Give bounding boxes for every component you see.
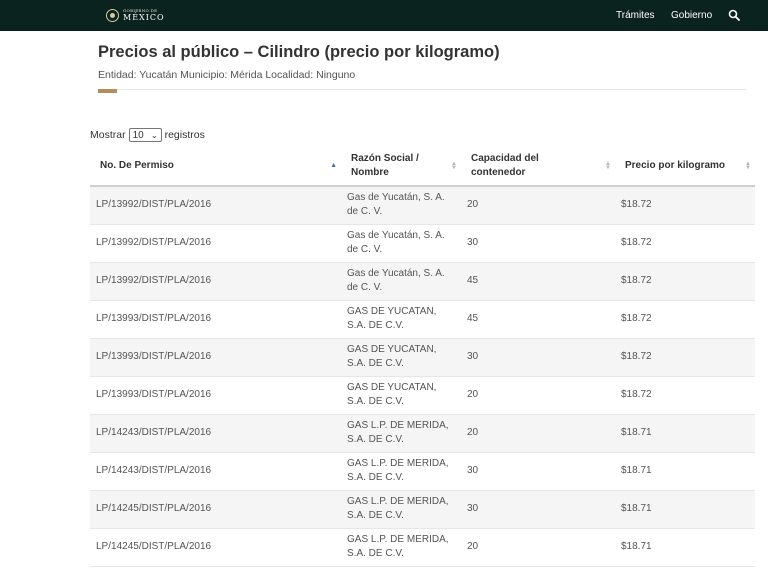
cell-precio: $18.72	[621, 313, 652, 324]
cell-precio: $18.72	[621, 199, 652, 211]
title-accent-bar	[98, 89, 117, 93]
table-row: LP/13993/DIST/PLA/2016 GAS DE YUCATAN, S…	[90, 376, 755, 414]
length-suffix-label: registros	[164, 129, 205, 141]
page-length-select[interactable]: 10 ⌄	[128, 128, 162, 142]
cell-capacidad: 45	[467, 275, 479, 286]
nav-tramites-link[interactable]: Trámites	[616, 0, 655, 31]
column-header-permiso[interactable]: No. De Permiso ▲	[90, 147, 341, 187]
page-length-value: 10	[132, 129, 144, 141]
gobierno-mexico-logo[interactable]: GOBIERNO DE MÉXICO	[106, 6, 165, 25]
location-subtitle: Entidad: Yucatán Municipio: Mérida Local…	[98, 69, 356, 81]
cell-permiso: LP/13993/DIST/PLA/2016	[96, 313, 212, 324]
table-row: LP/13993/DIST/PLA/2016 GAS DE YUCATAN, S…	[90, 300, 755, 338]
chevron-down-icon: ⌄	[150, 130, 158, 140]
cell-precio: $18.71	[621, 541, 652, 552]
table-row: LP/14245/DIST/PLA/2016 GAS L.P. DE MERID…	[90, 490, 755, 528]
top-navbar: GOBIERNO DE MÉXICO Trámites Gobierno	[0, 0, 768, 31]
cell-permiso: LP/14243/DIST/PLA/2016	[96, 465, 212, 476]
sort-icon: ▲ ▼	[605, 161, 611, 171]
page-title: Precios al público – Cilindro (precio po…	[98, 43, 500, 61]
page-length-control: Mostrar 10 ⌄ registros	[90, 128, 205, 142]
cell-razon-social: Gas de Yucatán, S. A. de C. V.	[347, 230, 445, 255]
column-header-label: No. De Permiso	[100, 160, 174, 171]
cell-permiso: LP/13992/DIST/PLA/2016	[96, 199, 212, 211]
national-seal-icon	[106, 9, 119, 22]
nav-gobierno-link[interactable]: Gobierno	[671, 0, 712, 31]
cell-razon-social: GAS DE YUCATAN, S.A. DE C.V.	[347, 306, 437, 331]
cell-permiso: LP/13993/DIST/PLA/2016	[96, 389, 212, 400]
sort-ascending-icon: ▲	[330, 162, 337, 169]
cell-capacidad: 45	[467, 313, 479, 324]
prices-table: No. De Permiso ▲ Razón Social / Nombre ▲…	[90, 147, 755, 567]
cell-razon-social: GAS DE YUCATAN, S.A. DE C.V.	[347, 344, 437, 369]
cell-precio: $18.72	[621, 275, 652, 286]
cell-precio: $18.71	[621, 465, 652, 476]
length-prefix-label: Mostrar	[90, 129, 126, 141]
cell-razon-social: GAS L.P. DE MERIDA, S.A. DE C.V.	[347, 420, 449, 445]
table-row: LP/13992/DIST/PLA/2016 Gas de Yucatán, S…	[90, 262, 755, 300]
column-header-label: Capacidad del contenedor	[471, 153, 539, 178]
column-header-precio[interactable]: Precio por kilogramo ▲ ▼	[615, 147, 755, 187]
cell-precio: $18.72	[621, 237, 652, 248]
table-row: LP/14243/DIST/PLA/2016 GAS L.P. DE MERID…	[90, 452, 755, 490]
cell-precio: $18.72	[621, 351, 652, 362]
cell-precio: $18.72	[621, 389, 652, 400]
cell-razon-social: GAS L.P. DE MERIDA, S.A. DE C.V.	[347, 534, 449, 559]
cell-capacidad: 30	[467, 351, 479, 362]
sort-icon: ▲ ▼	[745, 161, 751, 171]
cell-razon-social: Gas de Yucatán, S. A. de C. V.	[347, 268, 445, 293]
table-row: LP/13993/DIST/PLA/2016 GAS DE YUCATAN, S…	[90, 338, 755, 376]
table-row: LP/14245/DIST/PLA/2016 GAS L.P. DE MERID…	[90, 528, 755, 566]
cell-permiso: LP/14245/DIST/PLA/2016	[96, 541, 212, 552]
cell-capacidad: 30	[467, 503, 479, 514]
cell-razon-social: Gas de Yucatán, S. A. de C. V.	[347, 192, 445, 218]
title-divider	[98, 89, 746, 90]
cell-precio: $18.71	[621, 503, 652, 514]
column-header-label: Razón Social / Nombre	[351, 153, 419, 178]
table-header-row: No. De Permiso ▲ Razón Social / Nombre ▲…	[90, 147, 755, 187]
cell-permiso: LP/13993/DIST/PLA/2016	[96, 351, 212, 362]
cell-permiso: LP/13992/DIST/PLA/2016	[96, 237, 212, 248]
table-row: LP/13992/DIST/PLA/2016 Gas de Yucatán, S…	[90, 224, 755, 262]
cell-capacidad: 20	[467, 427, 479, 438]
cell-precio: $18.71	[621, 427, 652, 438]
logo-big-text: MÉXICO	[123, 13, 165, 22]
cell-razon-social: GAS DE YUCATAN, S.A. DE C.V.	[347, 382, 437, 407]
cell-permiso: LP/13992/DIST/PLA/2016	[96, 275, 212, 286]
cell-capacidad: 20	[467, 389, 479, 400]
table-row: LP/14243/DIST/PLA/2016 GAS L.P. DE MERID…	[90, 414, 755, 452]
cell-capacidad: 30	[467, 465, 479, 476]
cell-permiso: LP/14243/DIST/PLA/2016	[96, 427, 212, 438]
cell-razon-social: GAS L.P. DE MERIDA, S.A. DE C.V.	[347, 458, 449, 483]
sort-icon: ▲ ▼	[451, 161, 457, 171]
column-header-capacidad[interactable]: Capacidad del contenedor ▲ ▼	[461, 147, 615, 187]
column-header-label: Precio por kilogramo	[625, 160, 726, 171]
cell-permiso: LP/14245/DIST/PLA/2016	[96, 503, 212, 514]
cell-capacidad: 20	[467, 541, 479, 552]
table-row: LP/13992/DIST/PLA/2016 Gas de Yucatán, S…	[90, 186, 755, 224]
search-icon[interactable]	[728, 9, 740, 21]
cell-capacidad: 30	[467, 237, 479, 248]
cell-capacidad: 20	[467, 199, 479, 211]
column-header-razon-social[interactable]: Razón Social / Nombre ▲ ▼	[341, 147, 461, 187]
cell-razon-social: GAS L.P. DE MERIDA, S.A. DE C.V.	[347, 496, 449, 521]
